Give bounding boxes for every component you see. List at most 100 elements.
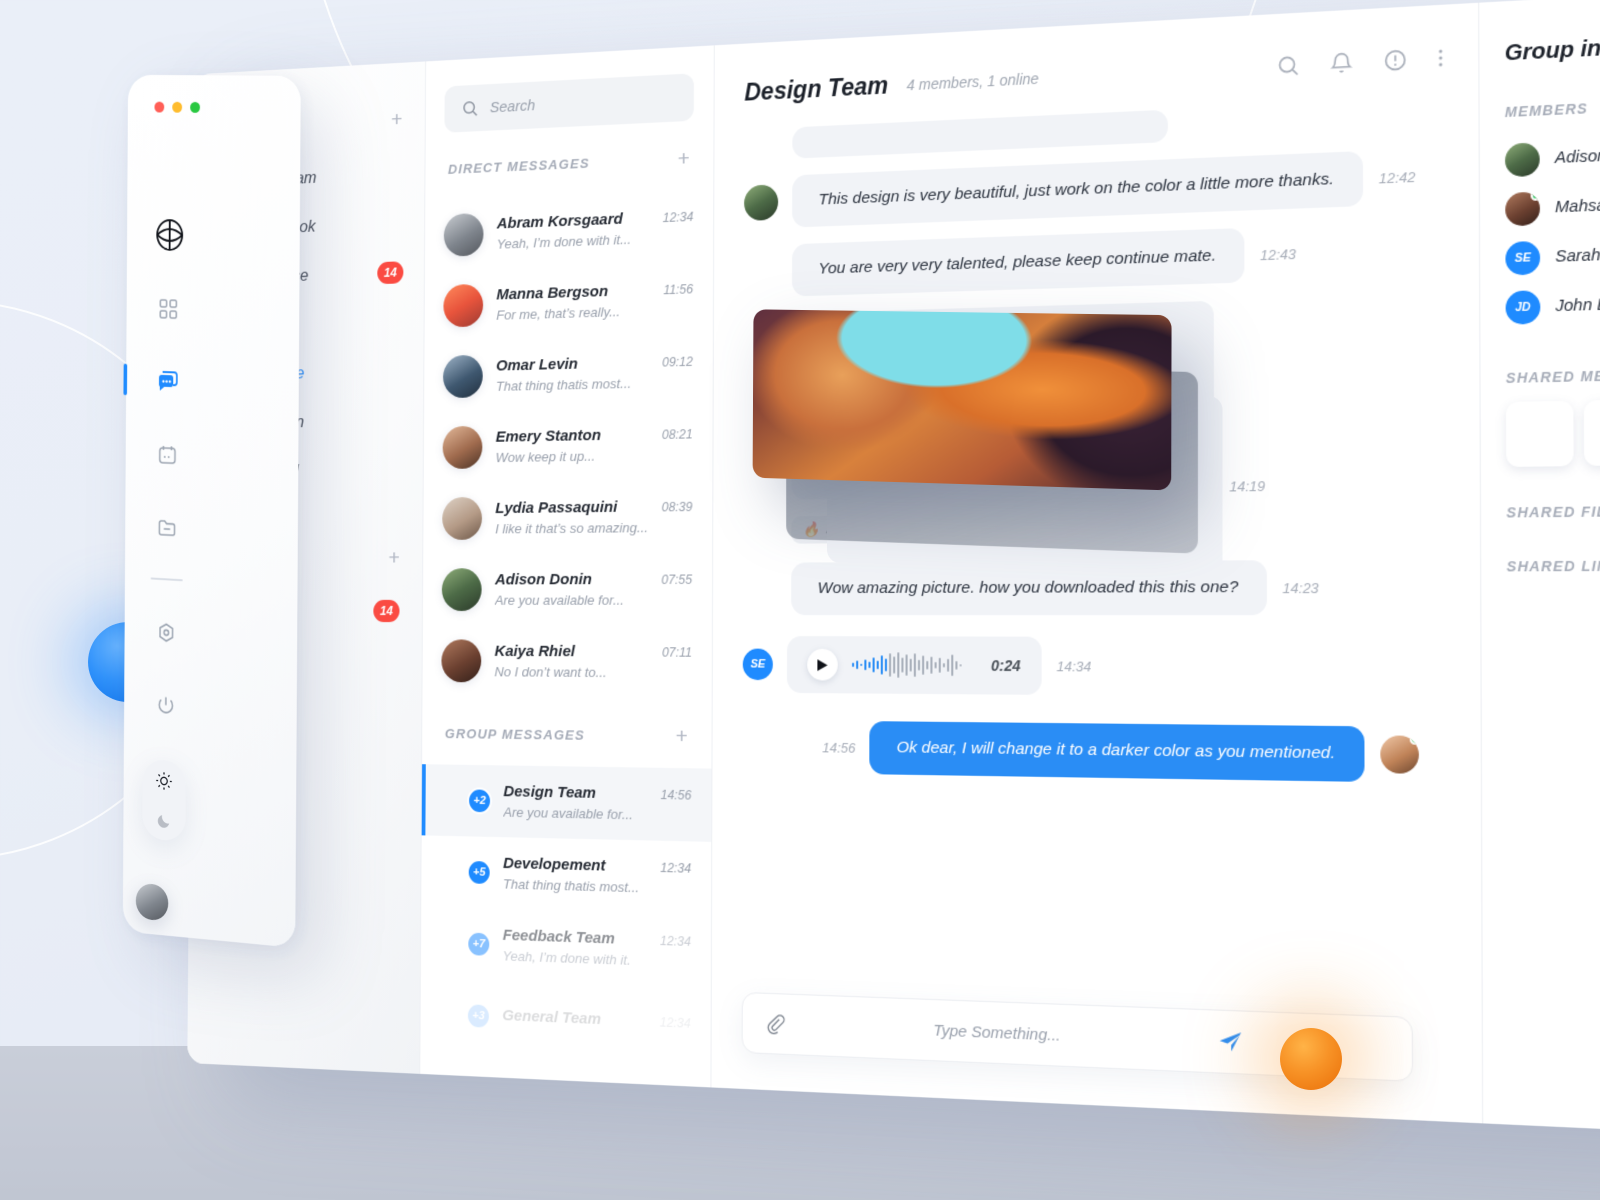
paperclip-icon[interactable] xyxy=(765,1013,917,1040)
list-item[interactable]: Mahsa Okhravi xyxy=(1480,177,1600,236)
avatar xyxy=(441,639,482,683)
group-badge: 14 xyxy=(373,599,400,623)
message-time: 14:19 xyxy=(1229,477,1266,495)
close-icon[interactable] xyxy=(154,101,165,113)
add-dm-button[interactable]: + xyxy=(678,147,690,171)
list-item[interactable]: +5 Developement 12:34 That thing thatis … xyxy=(421,835,711,915)
dune-thumbnail[interactable] xyxy=(1506,401,1574,467)
group-preview xyxy=(502,1028,690,1036)
search-placeholder: Search xyxy=(489,96,536,116)
list-item[interactable]: Omar Levin 09:12 That thing thatis most.… xyxy=(424,334,713,413)
search-icon[interactable] xyxy=(1276,53,1300,78)
avatar xyxy=(441,568,482,611)
avatar-stack: +3 xyxy=(439,990,491,1040)
folder-icon[interactable] xyxy=(146,504,187,552)
avatar-stack: +7 xyxy=(440,919,492,968)
bell-icon[interactable] xyxy=(1329,50,1354,75)
list-item[interactable]: +2 Design Team 14:56 Are you available f… xyxy=(421,764,712,842)
list-item[interactable]: +7 Feedback Team 12:34 Yeah, I’m done wi… xyxy=(421,907,711,989)
shared-links-title: SHARED LINKS xyxy=(1506,558,1600,575)
avatar xyxy=(442,354,483,399)
avatar xyxy=(443,283,484,328)
canyon-image-attachment[interactable] xyxy=(752,309,1172,491)
message-input[interactable]: Type Something... xyxy=(933,1021,1199,1050)
dm-name: Adison Donin xyxy=(494,570,592,589)
dm-name: Emery Stanton xyxy=(495,426,601,446)
message-voice: SE 0:24 14:34 xyxy=(742,636,1446,698)
member-name: Sarah Edwards xyxy=(1555,244,1600,267)
member-count-badge: +2 xyxy=(467,787,493,815)
play-icon[interactable] xyxy=(807,648,838,681)
list-item[interactable]: JD John Doe xyxy=(1480,277,1600,333)
more-vertical-icon[interactable] xyxy=(1437,45,1444,70)
list-item[interactable]: Kaiya Rhiel 07:11 No I don’t want to... xyxy=(422,625,711,698)
avatar xyxy=(1380,735,1419,774)
online-status-dot xyxy=(1409,735,1419,745)
theme-toggle[interactable] xyxy=(142,758,186,842)
message-time: 12:42 xyxy=(1378,168,1416,187)
add-platform-button[interactable]: + xyxy=(391,108,403,132)
conversations-sidebar: Search DIRECT MESSAGES + Abram Korsgaard… xyxy=(419,45,714,1088)
dm-time: 08:39 xyxy=(661,499,693,515)
group-messages-title: GROUP MESSAGES xyxy=(444,725,586,743)
group-name: Developement xyxy=(503,854,606,875)
list-item[interactable]: Adison Donin xyxy=(1480,126,1600,186)
group-time: 14:56 xyxy=(660,787,692,803)
voice-player[interactable]: 0:24 xyxy=(786,636,1042,695)
chat-bubbles-icon[interactable] xyxy=(147,359,188,406)
search-input[interactable]: Search xyxy=(444,73,694,133)
mountain-thumbnail[interactable] xyxy=(1584,399,1600,466)
list-item[interactable]: Adison Donin 07:55 Are you available for… xyxy=(423,553,712,626)
message-outgoing: 14:56 Ok dear, I will change it to a dar… xyxy=(742,720,1446,783)
online-status-dot xyxy=(1530,191,1540,201)
dm-time: 12:34 xyxy=(662,209,694,226)
group-name: Design Team xyxy=(503,782,597,803)
dm-time: 09:12 xyxy=(662,354,693,370)
list-item[interactable]: Lydia Passaquini 08:39 I like it that’s … xyxy=(423,480,712,555)
alert-circle-icon[interactable] xyxy=(1383,47,1408,73)
power-icon[interactable] xyxy=(145,682,186,730)
message-ghost xyxy=(792,97,1444,159)
dm-name: Lydia Passaquini xyxy=(495,498,618,518)
avatar xyxy=(442,425,483,470)
message-time: 14:56 xyxy=(822,739,856,756)
dm-time: 08:21 xyxy=(661,426,693,443)
chat-header: Design Team 4 members, 1 online xyxy=(715,3,1479,109)
group-info-panel: Group infos MEMBERS Adison Donin Mahsa O… xyxy=(1478,0,1600,1135)
group-preview: Yeah, I’m done with it. xyxy=(502,948,631,968)
dm-name: Omar Levin xyxy=(496,355,578,375)
sun-icon[interactable] xyxy=(155,770,173,791)
grid-apps-icon[interactable] xyxy=(148,286,189,333)
shared-files-title: SHARED FILES xyxy=(1506,503,1600,521)
member-name: John Doe xyxy=(1555,295,1600,316)
message-incoming: This design is very beautiful, just work… xyxy=(744,148,1444,230)
avatar-initials: SE xyxy=(742,648,773,681)
list-item[interactable]: Abram Korsgaard 12:34 Yeah, I’m done wit… xyxy=(425,189,713,271)
moon-icon[interactable] xyxy=(156,811,172,830)
scene: PLATFORMS + Instagram xyxy=(0,0,1600,1200)
group-time: 12:34 xyxy=(659,1014,691,1031)
app-logo-icon xyxy=(150,213,189,257)
app-window: PLATFORMS + Instagram xyxy=(187,0,1600,1135)
avatar xyxy=(442,496,483,540)
member-name: Adison Donin xyxy=(1554,145,1600,168)
list-item[interactable]: Emery Stanton 08:21 Wow keep it up... xyxy=(424,407,713,484)
dm-header: DIRECT MESSAGES + xyxy=(425,147,713,181)
list-item[interactable]: Manna Bergson 11:56 For me, that’s reall… xyxy=(424,262,713,343)
window-traffic-lights[interactable] xyxy=(154,101,201,113)
settings-hex-icon[interactable] xyxy=(146,609,187,657)
add-group-message-button[interactable]: + xyxy=(676,724,688,748)
dm-preview: Yeah, I’m done with it... xyxy=(496,231,632,252)
list-item[interactable]: +3 General Team 12:34 xyxy=(420,978,710,1062)
avatar xyxy=(1505,191,1540,227)
group-preview: That thing thatis most... xyxy=(502,876,640,896)
dm-time: 07:55 xyxy=(661,572,693,588)
calendar-icon[interactable] xyxy=(147,431,188,478)
platform-badge: 14 xyxy=(377,261,404,285)
maximize-icon[interactable] xyxy=(190,101,201,113)
dm-preview: Are you available for... xyxy=(494,592,625,608)
add-group-button[interactable]: + xyxy=(388,546,400,569)
list-item[interactable]: SE Sarah Edwards xyxy=(1480,227,1600,285)
bubble-placeholder xyxy=(792,109,1168,159)
minimize-icon[interactable] xyxy=(172,101,183,113)
